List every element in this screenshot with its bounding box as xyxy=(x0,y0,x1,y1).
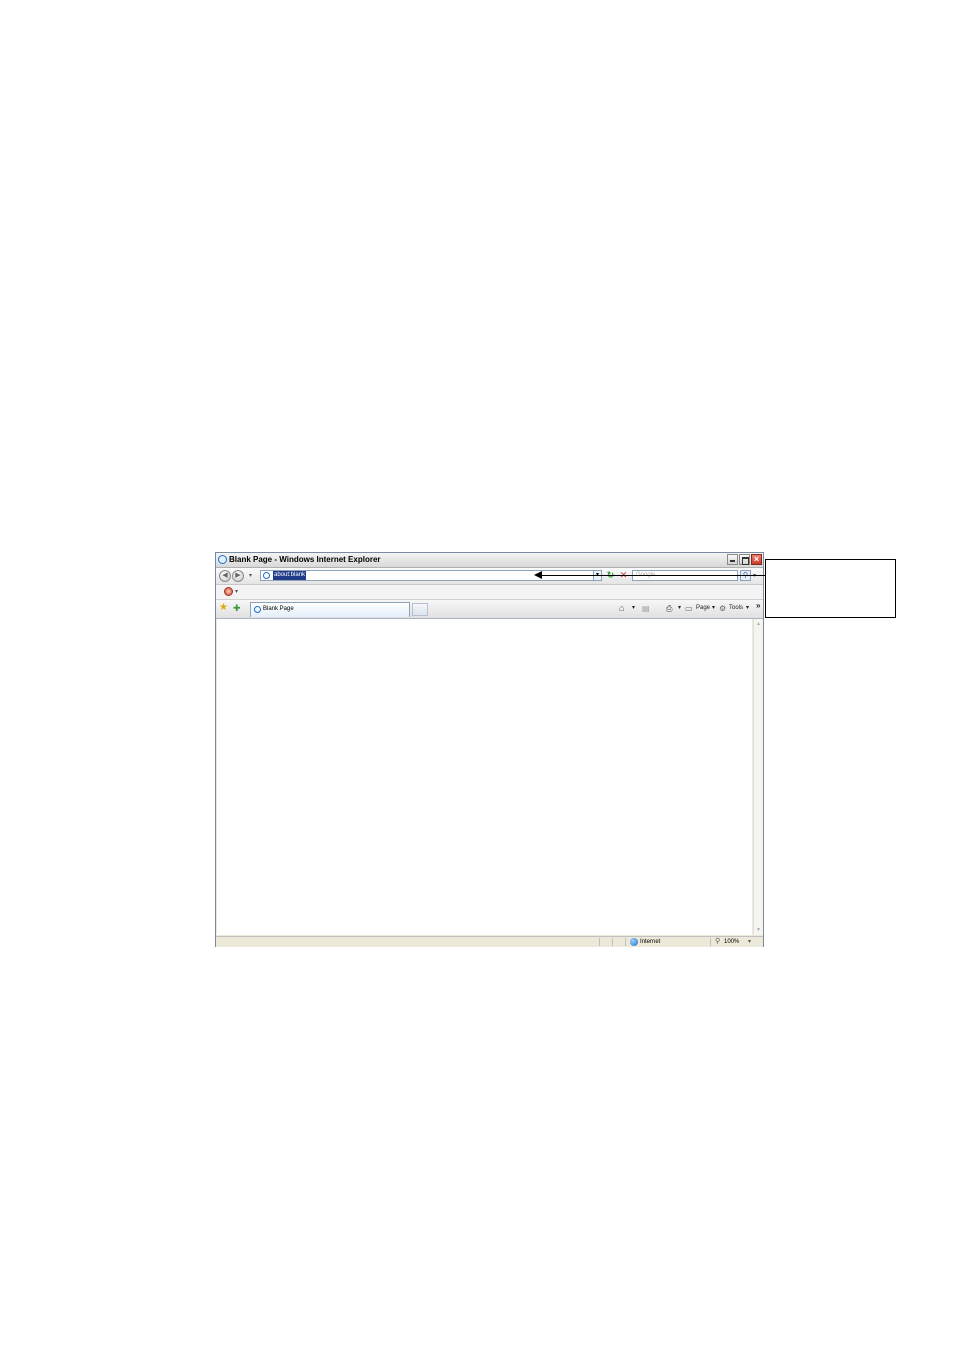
recent-pages-dropdown[interactable]: ▾ xyxy=(249,572,252,579)
more-commands-chevron-icon[interactable]: » xyxy=(756,600,760,611)
rss-feed-icon[interactable]: ▤ xyxy=(642,603,650,614)
page-ie-icon xyxy=(263,572,270,579)
close-button[interactable]: × xyxy=(751,554,762,565)
tools-menu-dropdown[interactable]: ▾ xyxy=(746,603,749,614)
ie-logo-icon xyxy=(218,555,227,564)
magnifier-icon: ⚲ xyxy=(715,938,721,945)
home-dropdown[interactable]: ▾ xyxy=(632,603,635,614)
navigation-bar: ◀ ▶ ▾ about:blank ▾ ↻ ✕ Google ⚲ ▾ xyxy=(216,568,763,585)
back-button[interactable]: ◀ xyxy=(219,570,231,582)
page-icon: ▭ xyxy=(685,604,693,613)
forward-button[interactable]: ▶ xyxy=(232,570,244,582)
maximize-button[interactable] xyxy=(739,554,750,565)
callout-arrow-icon xyxy=(534,571,542,579)
title-bar[interactable]: Blank Page - Windows Internet Explorer × xyxy=(216,553,763,568)
callout-line xyxy=(541,575,765,576)
callout-box xyxy=(765,559,896,618)
window-title: Blank Page - Windows Internet Explorer xyxy=(229,555,381,564)
tab-blank-page[interactable]: Blank Page xyxy=(250,602,410,617)
status-divider xyxy=(599,938,600,946)
home-icon[interactable]: ⌂ xyxy=(619,603,624,614)
tools-menu-button[interactable]: Tools xyxy=(729,603,743,614)
minimize-button[interactable] xyxy=(727,554,738,565)
printer-icon[interactable]: ⎙ xyxy=(666,603,672,614)
page-content-area[interactable] xyxy=(217,619,752,935)
zoom-dropdown[interactable]: ▾ xyxy=(748,937,751,947)
globe-icon xyxy=(630,938,638,946)
addon-icon[interactable] xyxy=(224,587,233,596)
gear-icon: ⚙ xyxy=(719,604,727,613)
page-menu-button[interactable]: Page xyxy=(696,603,710,614)
address-input[interactable]: about:blank xyxy=(273,571,307,580)
vertical-scrollbar[interactable]: ▲ ▼ xyxy=(753,619,763,935)
favorites-center-icon[interactable]: ★ xyxy=(219,602,228,614)
print-dropdown[interactable]: ▾ xyxy=(678,603,681,614)
zoom-level[interactable]: 100% xyxy=(724,937,739,947)
scroll-up-arrow-icon[interactable]: ▲ xyxy=(754,619,763,629)
browser-window: Blank Page - Windows Internet Explorer ×… xyxy=(215,552,764,947)
status-bar: Internet ⚲ 100% ▾ xyxy=(216,936,763,947)
page-menu-dropdown[interactable]: ▾ xyxy=(712,603,715,614)
addon-dropdown[interactable]: ▾ xyxy=(235,588,238,595)
security-zone-label[interactable]: Internet xyxy=(640,937,660,947)
addon-toolbar: ▾ xyxy=(216,585,763,600)
scroll-down-arrow-icon[interactable]: ▼ xyxy=(754,925,763,935)
status-divider xyxy=(625,938,626,946)
new-tab-button[interactable] xyxy=(412,603,428,616)
tab-label: Blank Page xyxy=(263,606,294,612)
status-divider xyxy=(710,938,711,946)
status-divider xyxy=(612,938,613,946)
add-favorite-icon[interactable]: ✚ xyxy=(233,602,241,614)
tab-bar: ★ ✚ Blank Page ⌂ ▾ ▤ ⎙ ▾ ▭ Page ▾ ⚙ Tool… xyxy=(216,600,763,619)
tab-ie-icon xyxy=(254,606,261,613)
